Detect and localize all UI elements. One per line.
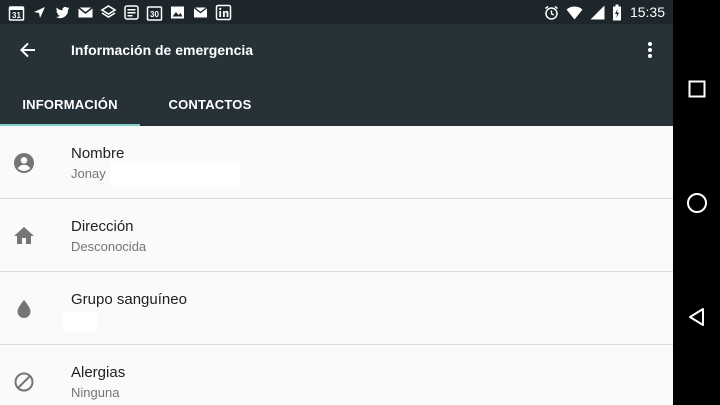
home-icon [12, 224, 36, 248]
clock-time: 15:35 [629, 4, 665, 20]
linkedin-icon [215, 4, 232, 21]
news-icon [123, 4, 140, 21]
wifi-icon [566, 4, 583, 21]
home-button[interactable] [681, 187, 713, 219]
more-vert-icon [648, 42, 652, 58]
twitter-icon [54, 4, 71, 21]
inbox-icon [192, 4, 209, 21]
calendar-30-icon: 30 [146, 4, 163, 21]
battery-icon [612, 4, 622, 21]
redaction-box [63, 312, 97, 332]
back-nav-button[interactable] [681, 301, 713, 333]
home-circle-icon [687, 193, 707, 213]
block-icon [12, 370, 36, 394]
tab-informacion[interactable]: INFORMACIÓN [0, 82, 140, 126]
list-item-title: Alergias [71, 364, 126, 381]
list-item-title: Grupo sanguíneo [71, 291, 187, 308]
back-button[interactable] [10, 32, 46, 68]
alarm-icon [543, 4, 560, 21]
gmail-icon [77, 4, 94, 21]
calendar-31-icon: 31 [8, 4, 25, 21]
list-item-title: Nombre [71, 145, 125, 162]
signal-icon [589, 4, 606, 21]
list-item-subtitle: Desconocida [71, 239, 147, 254]
image-icon [169, 4, 186, 21]
more-options-button[interactable] [635, 32, 665, 68]
list-item-title: Dirección [71, 218, 134, 235]
recents-square-icon [688, 80, 706, 98]
navigation-icon [31, 4, 48, 21]
app-bar: Información de emergencia INFORMACIÓN CO… [0, 24, 673, 126]
redaction-box [110, 163, 240, 187]
status-bar: 31 30 15:35 [0, 0, 673, 24]
navigation-bar [673, 0, 720, 405]
list-item-grupo-sanguineo[interactable]: Grupo sanguíneo [0, 272, 673, 345]
dropbox-icon [100, 4, 117, 21]
info-list: Nombre Jonay Dirección Desconocida Grupo… [0, 126, 673, 405]
list-item-direccion[interactable]: Dirección Desconocida [0, 199, 673, 272]
page-title: Información de emergencia [71, 42, 254, 58]
list-item-subtitle: Jonay [71, 166, 106, 181]
list-item-nombre[interactable]: Nombre Jonay [0, 126, 673, 199]
blood-drop-icon [12, 297, 36, 321]
person-icon [12, 151, 36, 175]
recents-button[interactable] [681, 73, 713, 105]
arrow-back-icon [20, 42, 35, 58]
calendar-day-label: 30 [150, 10, 159, 19]
list-item-subtitle: Ninguna [71, 385, 120, 400]
tab-contactos[interactable]: CONTACTOS [140, 82, 280, 126]
tab-bar: INFORMACIÓN CONTACTOS [0, 82, 280, 126]
app-window: 31 30 15:35 Información de emergencia IN… [0, 0, 673, 405]
back-triangle-icon [689, 308, 704, 326]
calendar-day-label: 31 [12, 11, 21, 20]
list-item-alergias[interactable]: Alergias Ninguna [0, 345, 673, 405]
